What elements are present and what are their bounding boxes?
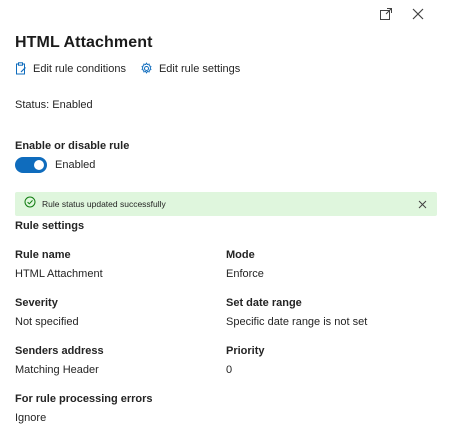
severity-label: Severity [15,297,58,309]
action-bar: Edit rule conditions Edit rule settings [15,62,240,75]
edit-rule-conditions-button[interactable]: Edit rule conditions [15,62,126,75]
success-banner: Rule status updated successfully [15,192,437,216]
mode-field: Mode Enforce [226,249,264,280]
edit-rule-settings-button[interactable]: Edit rule settings [140,62,240,75]
status-text: Status: Enabled [15,99,93,111]
priority-value: 0 [226,364,233,376]
success-check-icon [24,195,36,213]
date-range-label: Set date range [226,297,302,309]
rule-name-field: Rule name HTML Attachment [15,249,103,280]
senders-address-field: Senders address Matching Header [15,345,104,376]
priority-field: Priority 0 [226,345,265,376]
senders-address-label: Senders address [15,345,104,357]
date-range-field: Set date range Specific date range is no… [226,297,367,328]
rule-settings-heading: Rule settings [15,220,85,232]
edit-rule-settings-label: Edit rule settings [158,62,241,75]
enable-rule-toggle[interactable] [15,157,47,173]
mode-label: Mode [226,249,255,261]
toggle-knob [34,160,44,170]
clipboard-edit-icon [15,62,27,75]
processing-errors-value: Ignore [15,412,47,424]
severity-field: Severity Not specified [15,297,79,328]
rule-name-value: HTML Attachment [15,268,103,280]
processing-errors-field: For rule processing errors Ignore [15,393,153,424]
mode-value: Enforce [226,268,264,280]
page-title: HTML Attachment [15,34,153,51]
rule-details-panel: HTML Attachment Edit rule conditions Edi… [0,0,459,445]
toggle-heading: Enable or disable rule [15,140,130,152]
popout-icon[interactable] [377,5,395,23]
close-icon[interactable] [409,5,427,23]
edit-rule-conditions-label: Edit rule conditions [33,62,126,75]
banner-message: Rule status updated successfully [42,199,166,209]
dismiss-banner-icon[interactable] [416,198,428,210]
priority-label: Priority [226,345,265,357]
senders-address-value: Matching Header [15,364,99,376]
gear-icon [140,62,153,75]
processing-errors-label: For rule processing errors [15,393,153,405]
date-range-value: Specific date range is not set [226,316,368,328]
rule-name-label: Rule name [15,249,71,261]
toggle-state-label: Enabled [55,159,96,171]
severity-value: Not specified [15,316,79,328]
enable-toggle-row: Enabled [15,157,95,173]
